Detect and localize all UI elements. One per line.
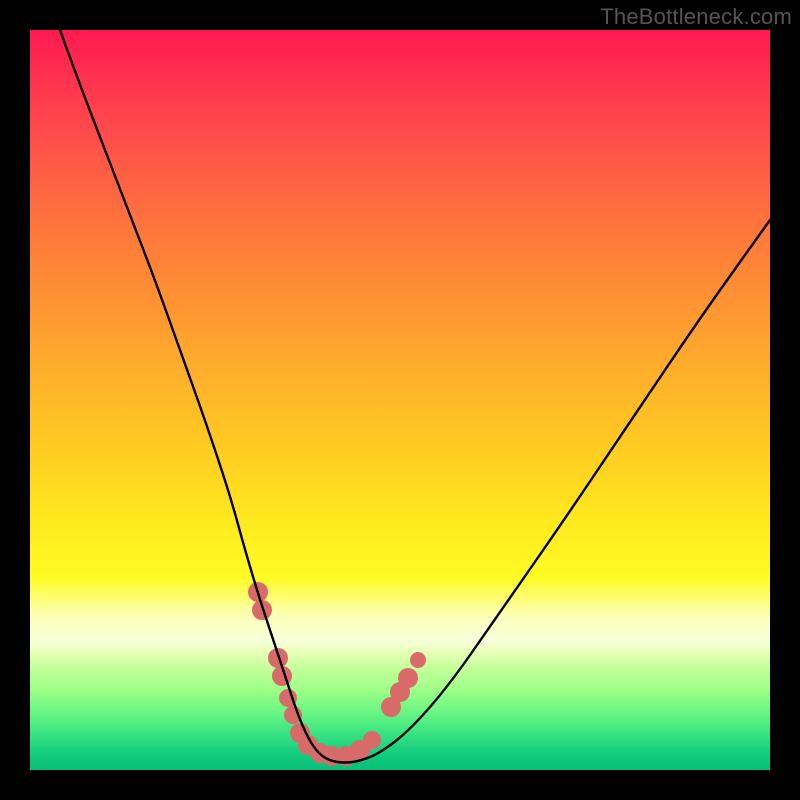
- chart-frame: TheBottleneck.com: [0, 0, 800, 800]
- plot-area: [30, 30, 770, 770]
- bottleneck-curve: [30, 30, 770, 770]
- watermark-text: TheBottleneck.com: [600, 4, 792, 30]
